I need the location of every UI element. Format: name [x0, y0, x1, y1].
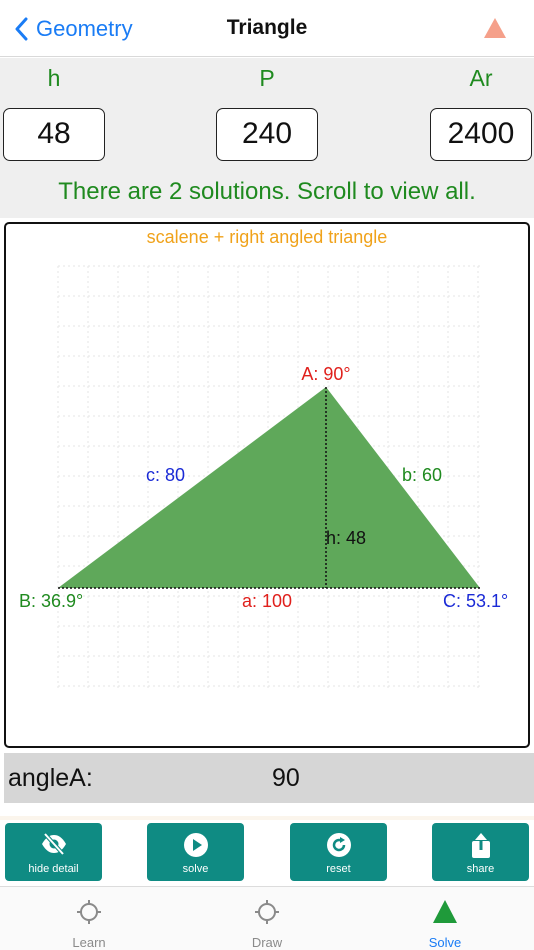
tab-solve[interactable]: Solve [385, 887, 505, 950]
reset-button[interactable]: reset [290, 823, 387, 881]
crosshair-icon [29, 899, 149, 925]
solve-button[interactable]: solve [147, 823, 244, 881]
triangle-icon[interactable] [483, 17, 507, 44]
crosshair-icon [207, 899, 327, 925]
field-label-p: P [259, 65, 275, 91]
readout-value: 90 [272, 764, 300, 792]
navigation-bar: Geometry Triangle [0, 0, 534, 57]
side-a-label: a: 100 [242, 591, 292, 611]
share-label: share [466, 863, 495, 875]
area-input[interactable]: 2400 [430, 108, 532, 161]
app-root: Geometry Triangle h 48 P 240 Ar 2400 The… [0, 0, 534, 950]
tab-learn[interactable]: Learn [29, 887, 149, 950]
vertex-c-label: C: 53.1° [443, 591, 508, 611]
field-label-ar: Ar [469, 65, 493, 91]
angle-readout: angleA: 90 [4, 753, 534, 803]
eye-slash-icon [5, 832, 102, 858]
hide-detail-button[interactable]: hide detail [5, 823, 102, 881]
reset-label: reset [326, 863, 351, 875]
solve-label: solve [182, 863, 209, 875]
side-c-label: c: 80 [146, 465, 185, 485]
field-perimeter: P 240 [216, 58, 318, 161]
input-panel: h 48 P 240 Ar 2400 There are 2 solutions… [0, 58, 534, 218]
refresh-icon [290, 832, 387, 858]
vertex-a-label: A: 90° [301, 364, 350, 384]
field-height: h 48 [3, 58, 105, 161]
tab-draw[interactable]: Draw [207, 887, 327, 950]
tab-bar: Learn Draw Solve [0, 886, 534, 950]
tab-learn-label: Learn [72, 935, 106, 950]
field-label-h: h [47, 65, 61, 91]
share-button[interactable]: share [432, 823, 529, 881]
height-label: h: 48 [326, 528, 366, 548]
tab-draw-label: Draw [251, 935, 283, 950]
height-input[interactable]: 48 [3, 108, 105, 161]
solutions-message: There are 2 solutions. Scroll to view al… [58, 178, 476, 205]
field-area: Ar 2400 [430, 58, 532, 161]
triangle-shape [58, 387, 480, 588]
triangle-drawing-panel[interactable]: A: 90° B: 36.9° C: 53.1° a: 100 b: 60 c:… [4, 222, 530, 748]
action-bar: hide detail solve reset share [0, 820, 534, 886]
play-icon [147, 832, 244, 858]
readout-key: angleA: [8, 764, 93, 792]
side-b-label: b: 60 [402, 465, 442, 485]
perimeter-input[interactable]: 240 [216, 108, 318, 161]
page-title: Triangle [226, 16, 308, 39]
share-icon [432, 832, 529, 858]
hide-detail-label: hide detail [28, 863, 79, 875]
triangle-type-label: scalene + right angled triangle [146, 227, 388, 247]
tab-solve-label: Solve [428, 935, 462, 950]
triangle-drawing: A: 90° B: 36.9° C: 53.1° a: 100 b: 60 c:… [19, 265, 508, 689]
vertex-b-label: B: 36.9° [19, 591, 83, 611]
triangle-icon [385, 899, 505, 925]
